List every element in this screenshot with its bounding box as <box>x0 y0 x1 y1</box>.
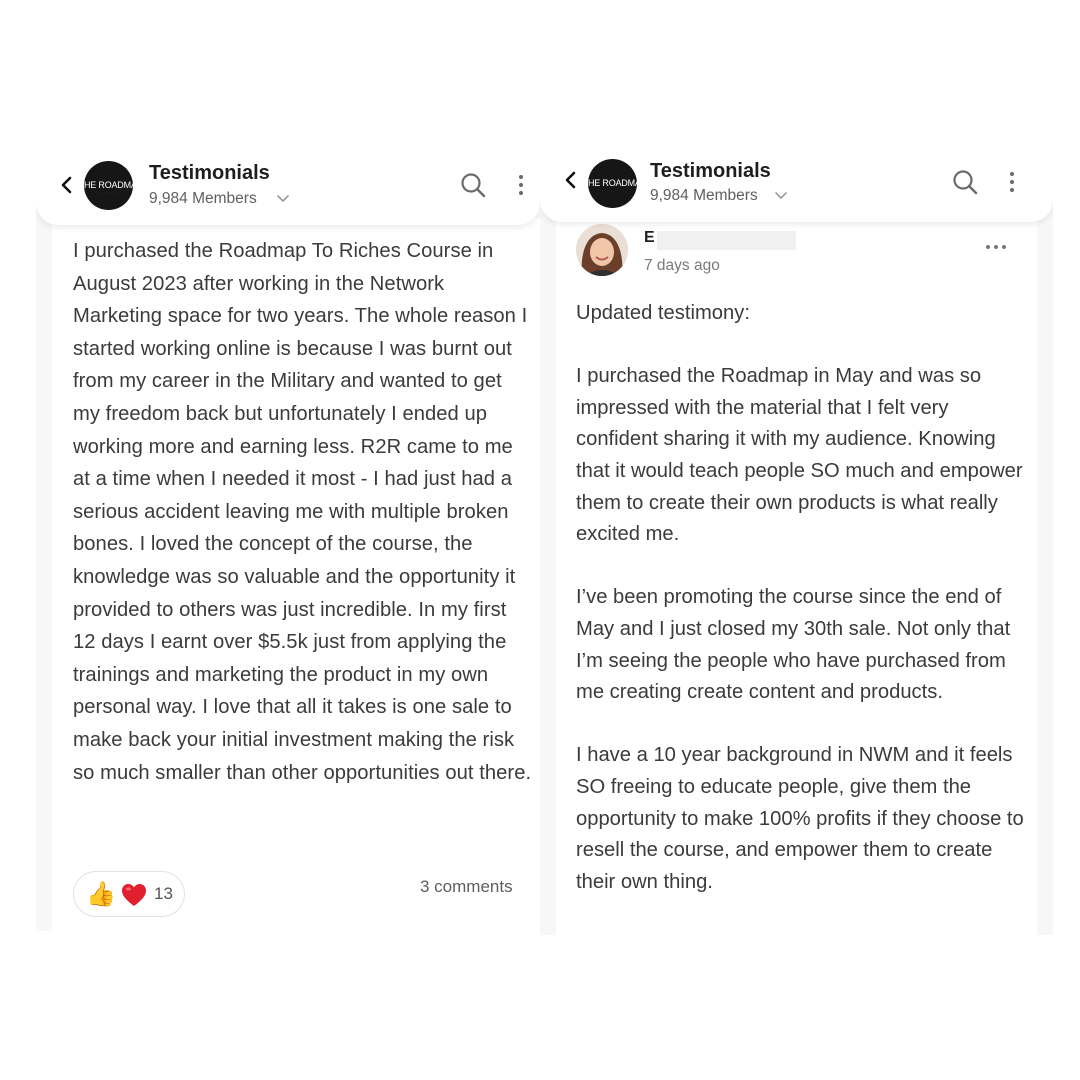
profile-photo <box>576 224 628 276</box>
group-logo-text: HE ROADMA <box>588 178 637 188</box>
group-avatar[interactable]: HE ROADMA · · · · · · · <box>84 161 133 210</box>
heart-icon <box>122 884 146 906</box>
back-arrow-icon[interactable] <box>562 171 580 189</box>
more-options-icon[interactable] <box>1009 171 1015 193</box>
reactions-pill[interactable]: 👍 13 <box>73 871 185 917</box>
post-paragraph: I have a 10 year background in NWM and i… <box>576 744 1024 893</box>
comments-link[interactable]: 3 comments <box>420 877 513 897</box>
more-options-icon[interactable] <box>985 244 1007 250</box>
group-header: HE ROADMA · · · · · · · Testimonials 9,9… <box>540 155 1053 222</box>
reaction-count: 13 <box>154 884 173 903</box>
back-arrow-icon[interactable] <box>58 176 76 194</box>
group-title[interactable]: Testimonials <box>650 160 771 183</box>
post-body: Updated testimony: I purchased the Roadm… <box>576 298 1026 930</box>
post-paragraph: I purchased the Roadmap in May and was s… <box>576 365 1023 546</box>
group-title[interactable]: Testimonials <box>149 162 270 185</box>
group-header: HE ROADMA · · · · · · · Testimonials 9,9… <box>36 158 540 225</box>
poster-name[interactable]: E <box>644 229 655 247</box>
chevron-down-icon[interactable] <box>775 191 787 201</box>
poster-avatar[interactable] <box>576 224 628 276</box>
post-paragraph: I’ve been promoting the course since the… <box>576 586 1011 704</box>
group-logo-text: HE ROADMA <box>84 180 133 190</box>
name-redaction <box>657 231 796 250</box>
post-paragraph: Updated testimony: <box>576 302 750 324</box>
member-count[interactable]: 9,984 Members <box>650 187 758 205</box>
thumbs-up-icon: 👍 <box>86 881 116 908</box>
more-options-icon[interactable] <box>518 174 524 196</box>
search-icon[interactable] <box>952 169 978 195</box>
left-screenshot: HE ROADMA · · · · · · · Testimonials 9,9… <box>36 158 540 931</box>
right-screenshot: HE ROADMA · · · · · · · Testimonials 9,9… <box>540 155 1053 935</box>
post-time: 7 days ago <box>644 257 720 274</box>
chevron-down-icon[interactable] <box>277 194 289 204</box>
group-avatar[interactable]: HE ROADMA · · · · · · · <box>588 159 637 208</box>
post-body: I purchased the Roadmap To Riches Course… <box>73 240 532 784</box>
member-count[interactable]: 9,984 Members <box>149 190 257 208</box>
search-icon[interactable] <box>460 172 486 198</box>
